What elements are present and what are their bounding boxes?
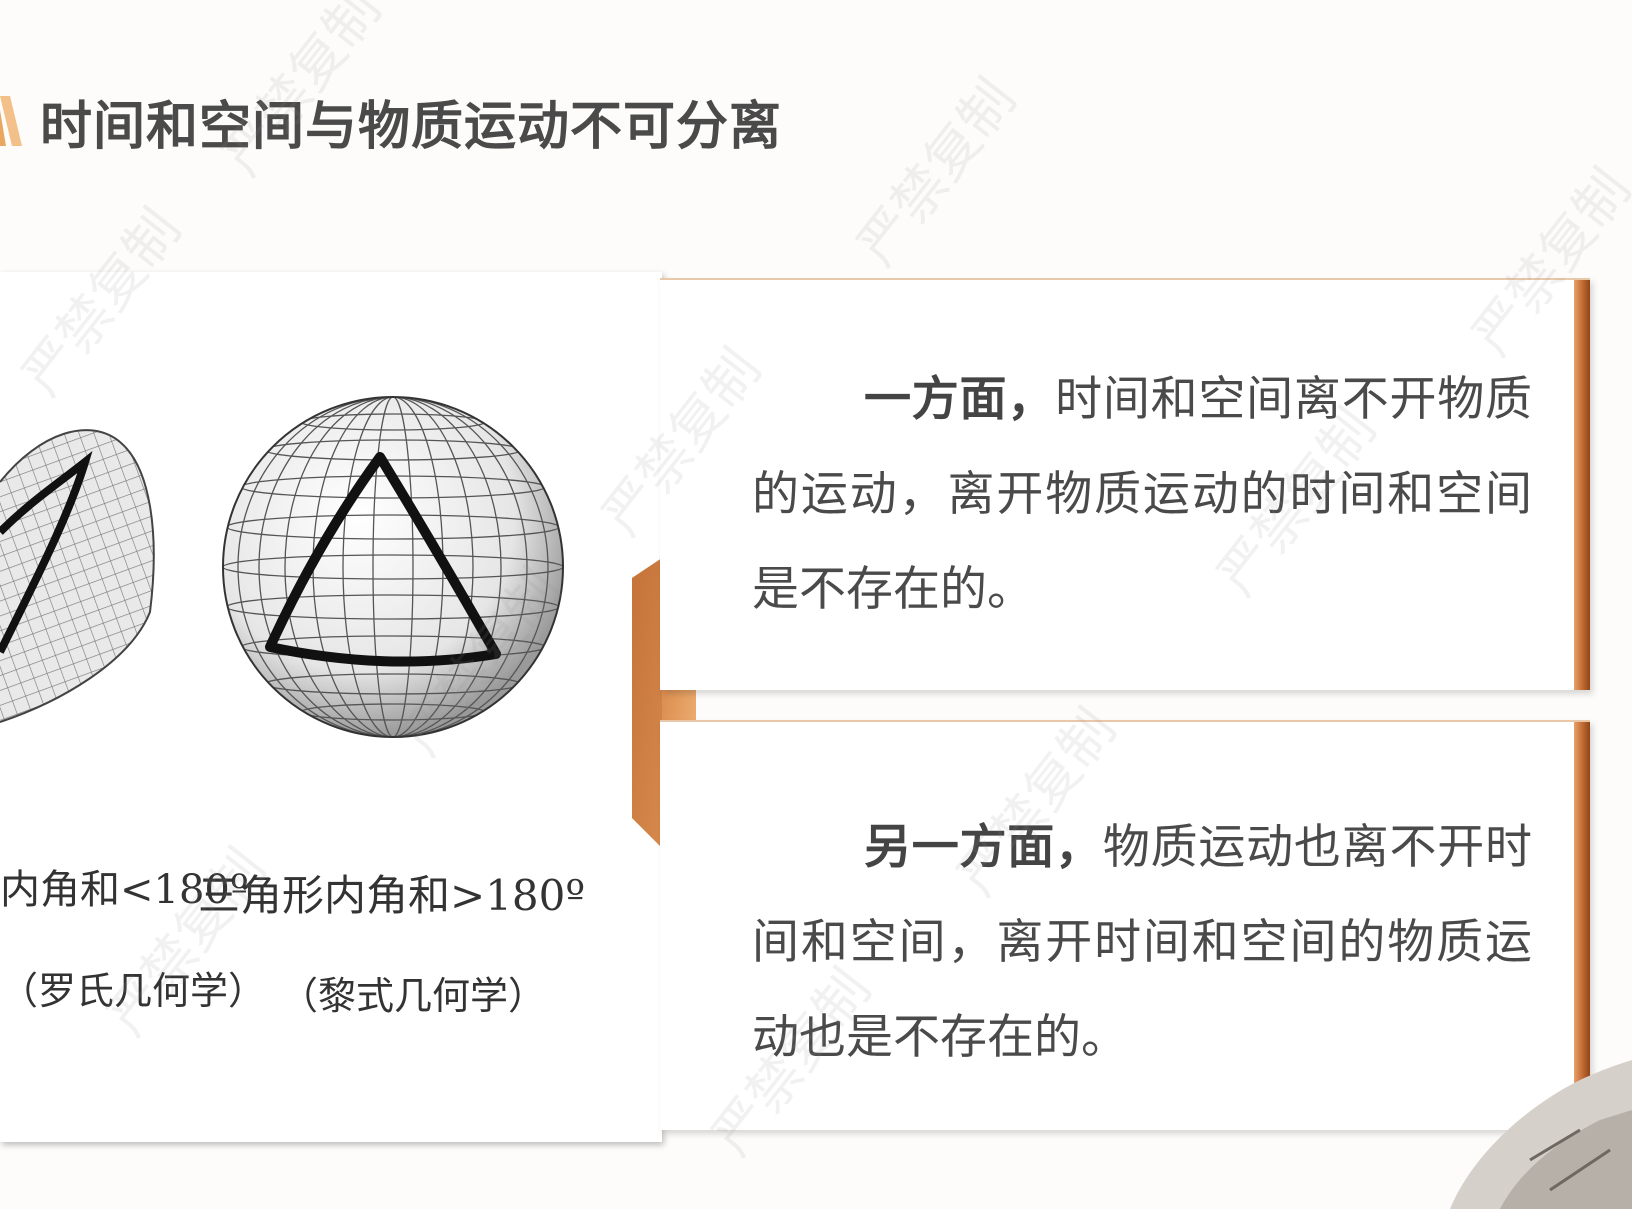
corner-figure-decoration (1450, 1060, 1632, 1209)
card-one-text: 一方面，时间和空间离不开物质的运动，离开物质运动的时间和空间是不存在的。 (752, 352, 1532, 637)
card-one-lead: 一方面， (864, 372, 1056, 427)
page-title: 时间和空间与物质运动不可分离 (40, 97, 783, 157)
saddle-subcaption: （罗氏几何学） (0, 969, 267, 1013)
watermark-text: 严禁复制 (845, 67, 1028, 277)
text-card-one: 一方面，时间和空间离不开物质的运动，离开物质运动的时间和空间是不存在的。 (660, 278, 1590, 690)
sphere-caption: 三角形内角和>180º (198, 871, 586, 920)
saddle-surface-image (0, 429, 155, 723)
card-two-lead: 另一方面， (864, 820, 1103, 875)
slide: 时间和空间与物质运动不可分离 内角和<180º （罗氏几何学） 三角形内角和>1… (0, 0, 1632, 1209)
sphere-subcaption: （黎式几何学） (280, 974, 547, 1018)
title-decoration-icon (0, 96, 22, 146)
sphere-triangle-image (222, 396, 564, 738)
geometry-figure-panel: 内角和<180º （罗氏几何学） 三角形内角和>180º （黎式几何学） (0, 272, 662, 1142)
